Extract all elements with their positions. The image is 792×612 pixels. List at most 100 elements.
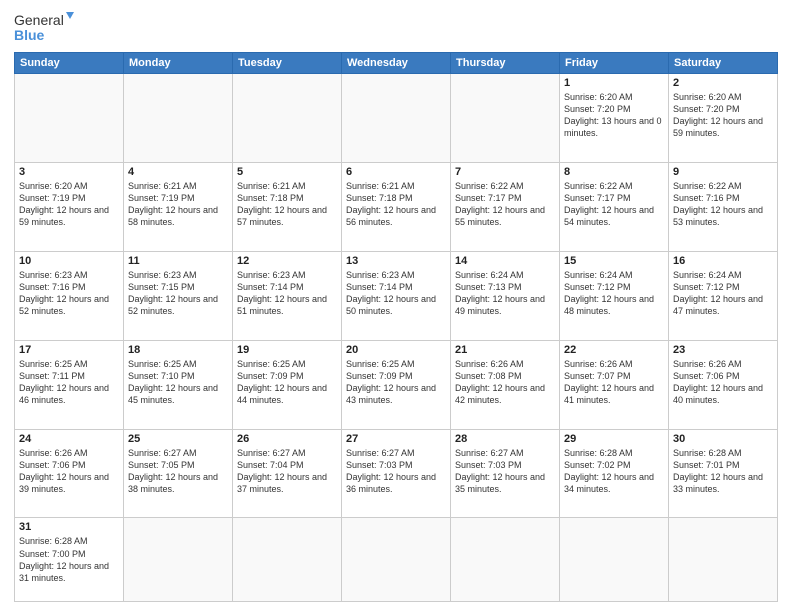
calendar-cell: 4 Sunrise: 6:21 AM Sunset: 7:19 PM Daylig… bbox=[124, 162, 233, 251]
day-number: 9 bbox=[673, 166, 773, 178]
day-number: 30 bbox=[673, 433, 773, 445]
calendar-cell: 3 Sunrise: 6:20 AM Sunset: 7:19 PM Daylig… bbox=[15, 162, 124, 251]
calendar-cell: 29 Sunrise: 6:28 AM Sunset: 7:02 PM Dayli… bbox=[560, 429, 669, 518]
day-info: Sunrise: 6:27 AM Sunset: 7:03 PM Dayligh… bbox=[455, 447, 555, 496]
page: General Blue SundayMondayTuesdayWednesda… bbox=[0, 0, 792, 612]
calendar-cell: 6 Sunrise: 6:21 AM Sunset: 7:18 PM Daylig… bbox=[342, 162, 451, 251]
day-number: 13 bbox=[346, 255, 446, 267]
day-info: Sunrise: 6:22 AM Sunset: 7:16 PM Dayligh… bbox=[673, 180, 773, 229]
calendar-cell: 21 Sunrise: 6:26 AM Sunset: 7:08 PM Dayli… bbox=[451, 340, 560, 429]
day-info: Sunrise: 6:28 AM Sunset: 7:02 PM Dayligh… bbox=[564, 447, 664, 496]
calendar-cell bbox=[342, 74, 451, 163]
day-info: Sunrise: 6:24 AM Sunset: 7:12 PM Dayligh… bbox=[564, 269, 664, 318]
day-info: Sunrise: 6:28 AM Sunset: 7:00 PM Dayligh… bbox=[19, 535, 119, 584]
day-number: 26 bbox=[237, 433, 337, 445]
day-info: Sunrise: 6:28 AM Sunset: 7:01 PM Dayligh… bbox=[673, 447, 773, 496]
calendar-cell bbox=[124, 518, 233, 602]
day-number: 24 bbox=[19, 433, 119, 445]
svg-text:General: General bbox=[14, 12, 64, 28]
svg-text:Blue: Blue bbox=[14, 27, 45, 43]
day-info: Sunrise: 6:26 AM Sunset: 7:08 PM Dayligh… bbox=[455, 358, 555, 407]
day-info: Sunrise: 6:24 AM Sunset: 7:12 PM Dayligh… bbox=[673, 269, 773, 318]
day-number: 29 bbox=[564, 433, 664, 445]
week-row-6: 31 Sunrise: 6:28 AM Sunset: 7:00 PM Dayli… bbox=[15, 518, 778, 602]
calendar-cell bbox=[15, 74, 124, 163]
weekday-header-tuesday: Tuesday bbox=[233, 53, 342, 74]
header: General Blue bbox=[14, 10, 778, 46]
day-info: Sunrise: 6:25 AM Sunset: 7:09 PM Dayligh… bbox=[237, 358, 337, 407]
calendar-cell bbox=[451, 518, 560, 602]
day-info: Sunrise: 6:23 AM Sunset: 7:16 PM Dayligh… bbox=[19, 269, 119, 318]
calendar-cell: 20 Sunrise: 6:25 AM Sunset: 7:09 PM Dayli… bbox=[342, 340, 451, 429]
calendar-cell: 9 Sunrise: 6:22 AM Sunset: 7:16 PM Daylig… bbox=[669, 162, 778, 251]
day-number: 25 bbox=[128, 433, 228, 445]
calendar-cell: 10 Sunrise: 6:23 AM Sunset: 7:16 PM Dayli… bbox=[15, 251, 124, 340]
day-number: 2 bbox=[673, 77, 773, 89]
calendar-table: SundayMondayTuesdayWednesdayThursdayFrid… bbox=[14, 52, 778, 602]
day-info: Sunrise: 6:20 AM Sunset: 7:20 PM Dayligh… bbox=[564, 91, 664, 140]
calendar-cell: 14Sunrise: 6:24 AM Sunset: 7:13 PM Dayli… bbox=[451, 251, 560, 340]
calendar-cell: 5Sunrise: 6:21 AM Sunset: 7:18 PM Daylig… bbox=[233, 162, 342, 251]
calendar-cell bbox=[233, 74, 342, 163]
day-number: 31 bbox=[19, 521, 119, 533]
week-row-3: 10 Sunrise: 6:23 AM Sunset: 7:16 PM Dayli… bbox=[15, 251, 778, 340]
calendar-cell: 11 Sunrise: 6:23 AM Sunset: 7:15 PM Dayli… bbox=[124, 251, 233, 340]
day-number: 6 bbox=[346, 166, 446, 178]
day-info: Sunrise: 6:26 AM Sunset: 7:07 PM Dayligh… bbox=[564, 358, 664, 407]
day-number: 4 bbox=[128, 166, 228, 178]
calendar-cell: 30 Sunrise: 6:28 AM Sunset: 7:01 PM Dayli… bbox=[669, 429, 778, 518]
day-number: 5 bbox=[237, 166, 337, 178]
day-info: Sunrise: 6:21 AM Sunset: 7:19 PM Dayligh… bbox=[128, 180, 228, 229]
day-info: Sunrise: 6:26 AM Sunset: 7:06 PM Dayligh… bbox=[19, 447, 119, 496]
weekday-header-friday: Friday bbox=[560, 53, 669, 74]
calendar-cell: 19 Sunrise: 6:25 AM Sunset: 7:09 PM Dayli… bbox=[233, 340, 342, 429]
calendar-cell: 2Sunrise: 6:20 AM Sunset: 7:20 PM Daylig… bbox=[669, 74, 778, 163]
calendar-cell: 22 Sunrise: 6:26 AM Sunset: 7:07 PM Dayli… bbox=[560, 340, 669, 429]
day-info: Sunrise: 6:24 AM Sunset: 7:13 PM Dayligh… bbox=[455, 269, 555, 318]
day-info: Sunrise: 6:22 AM Sunset: 7:17 PM Dayligh… bbox=[455, 180, 555, 229]
calendar-cell: 17Sunrise: 6:25 AM Sunset: 7:11 PM Dayli… bbox=[15, 340, 124, 429]
calendar-cell: 7Sunrise: 6:22 AM Sunset: 7:17 PM Daylig… bbox=[451, 162, 560, 251]
day-number: 28 bbox=[455, 433, 555, 445]
day-info: Sunrise: 6:25 AM Sunset: 7:09 PM Dayligh… bbox=[346, 358, 446, 407]
weekday-header-thursday: Thursday bbox=[451, 53, 560, 74]
day-number: 21 bbox=[455, 344, 555, 356]
day-number: 18 bbox=[128, 344, 228, 356]
calendar-cell: 1 Sunrise: 6:20 AM Sunset: 7:20 PM Daylig… bbox=[560, 74, 669, 163]
day-number: 17 bbox=[19, 344, 119, 356]
day-number: 15 bbox=[564, 255, 664, 267]
day-info: Sunrise: 6:21 AM Sunset: 7:18 PM Dayligh… bbox=[346, 180, 446, 229]
weekday-header-monday: Monday bbox=[124, 53, 233, 74]
day-number: 8 bbox=[564, 166, 664, 178]
calendar-cell bbox=[451, 74, 560, 163]
calendar-cell bbox=[233, 518, 342, 602]
calendar-cell: 13 Sunrise: 6:23 AM Sunset: 7:14 PM Dayli… bbox=[342, 251, 451, 340]
calendar-cell: 12Sunrise: 6:23 AM Sunset: 7:14 PM Dayli… bbox=[233, 251, 342, 340]
day-info: Sunrise: 6:23 AM Sunset: 7:15 PM Dayligh… bbox=[128, 269, 228, 318]
day-info: Sunrise: 6:23 AM Sunset: 7:14 PM Dayligh… bbox=[346, 269, 446, 318]
day-number: 20 bbox=[346, 344, 446, 356]
day-number: 3 bbox=[19, 166, 119, 178]
day-number: 22 bbox=[564, 344, 664, 356]
calendar-cell: 8 Sunrise: 6:22 AM Sunset: 7:17 PM Daylig… bbox=[560, 162, 669, 251]
day-info: Sunrise: 6:22 AM Sunset: 7:17 PM Dayligh… bbox=[564, 180, 664, 229]
weekday-header-wednesday: Wednesday bbox=[342, 53, 451, 74]
calendar-cell: 16Sunrise: 6:24 AM Sunset: 7:12 PM Dayli… bbox=[669, 251, 778, 340]
day-number: 19 bbox=[237, 344, 337, 356]
day-info: Sunrise: 6:27 AM Sunset: 7:03 PM Dayligh… bbox=[346, 447, 446, 496]
day-number: 10 bbox=[19, 255, 119, 267]
calendar-cell: 15 Sunrise: 6:24 AM Sunset: 7:12 PM Dayli… bbox=[560, 251, 669, 340]
week-row-4: 17Sunrise: 6:25 AM Sunset: 7:11 PM Dayli… bbox=[15, 340, 778, 429]
calendar-cell bbox=[342, 518, 451, 602]
day-number: 27 bbox=[346, 433, 446, 445]
day-number: 1 bbox=[564, 77, 664, 89]
day-info: Sunrise: 6:20 AM Sunset: 7:19 PM Dayligh… bbox=[19, 180, 119, 229]
day-info: Sunrise: 6:26 AM Sunset: 7:06 PM Dayligh… bbox=[673, 358, 773, 407]
week-row-5: 24 Sunrise: 6:26 AM Sunset: 7:06 PM Dayli… bbox=[15, 429, 778, 518]
calendar-cell bbox=[124, 74, 233, 163]
day-number: 11 bbox=[128, 255, 228, 267]
calendar-cell: 31 Sunrise: 6:28 AM Sunset: 7:00 PM Dayli… bbox=[15, 518, 124, 602]
calendar-cell: 23Sunrise: 6:26 AM Sunset: 7:06 PM Dayli… bbox=[669, 340, 778, 429]
weekday-header-row: SundayMondayTuesdayWednesdayThursdayFrid… bbox=[15, 53, 778, 74]
calendar-cell: 28 Sunrise: 6:27 AM Sunset: 7:03 PM Dayli… bbox=[451, 429, 560, 518]
